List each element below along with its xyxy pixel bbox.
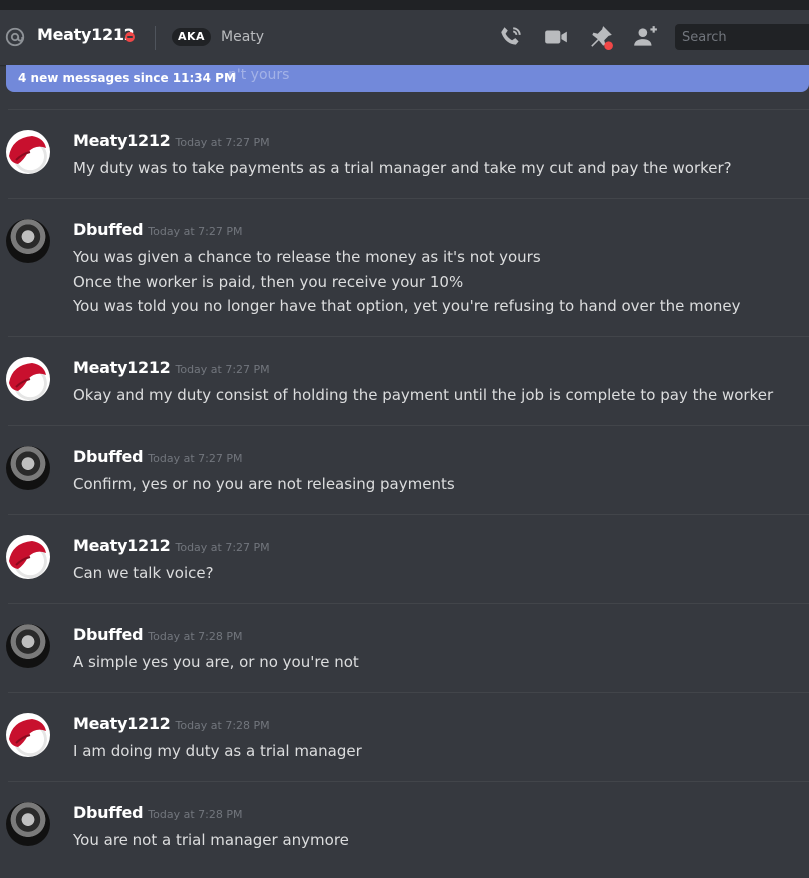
- message-text: Okay and my duty consist of holding the …: [73, 386, 774, 404]
- message-author[interactable]: Dbuffed Today at 7:28 PM: [73, 803, 242, 822]
- message-text: A simple yes you are, or no you're not: [73, 653, 359, 671]
- new-messages-label: 4 new messages since 11:34 PM: [18, 71, 236, 85]
- message-group: Meaty1212 Today at 7:27 PM Okay and my du…: [6, 336, 809, 425]
- message-author[interactable]: Meaty1212 Today at 7:27 PM: [73, 131, 270, 150]
- message-timestamp: Today at 7:28 PM: [175, 719, 270, 732]
- message-timestamp: Today at 7:27 PM: [148, 225, 243, 238]
- santa-hat-avatar[interactable]: [6, 357, 50, 401]
- bw-portrait-avatar[interactable]: [6, 802, 50, 846]
- message-text: Can we talk voice?: [73, 564, 214, 582]
- aka-badge: AKA: [172, 28, 212, 46]
- message-author[interactable]: Dbuffed Today at 7:27 PM: [73, 220, 242, 239]
- message-author[interactable]: Meaty1212 Today at 7:27 PM: [73, 358, 270, 377]
- message-timestamp: Today at 7:27 PM: [148, 452, 243, 465]
- message-text: Confirm, yes or no you are not releasing…: [73, 475, 455, 493]
- message-group: Dbuffed Today at 7:27 PM Confirm, yes or …: [6, 425, 809, 514]
- message-group: Dbuffed Today at 7:27 PM You was given a …: [6, 198, 809, 336]
- new-messages-bar[interactable]: n't yours 4 new messages since 11:34 PM: [6, 65, 809, 92]
- santa-hat-avatar[interactable]: [6, 535, 50, 579]
- message-author[interactable]: Dbuffed Today at 7:27 PM: [73, 447, 242, 466]
- message-text: My duty was to take payments as a trial …: [73, 159, 732, 177]
- pinned-messages-icon[interactable]: [588, 24, 614, 50]
- aka-nickname: Meaty: [221, 29, 265, 45]
- bw-portrait-avatar[interactable]: [6, 624, 50, 668]
- message-timestamp: Today at 7:28 PM: [148, 630, 243, 643]
- message-text: You are not a trial manager anymore: [73, 831, 349, 849]
- message-timestamp: Today at 7:27 PM: [175, 363, 270, 376]
- message-author[interactable]: Dbuffed Today at 7:28 PM: [73, 625, 242, 644]
- message-author[interactable]: Meaty1212 Today at 7:27 PM: [73, 536, 270, 555]
- start-voice-call-icon[interactable]: [498, 24, 524, 50]
- bw-portrait-avatar[interactable]: [6, 219, 50, 263]
- at-icon: [5, 27, 25, 47]
- dm-username: Meaty1212: [37, 25, 135, 44]
- message-timestamp: Today at 7:27 PM: [175, 136, 270, 149]
- message-group: Meaty1212 Today at 7:28 PM I am doing my …: [6, 692, 809, 781]
- message-text: You was told you no longer have that opt…: [73, 297, 741, 315]
- message-text: I am doing my duty as a trial manager: [73, 742, 362, 760]
- underlying-message-text: n't yours: [228, 67, 290, 83]
- santa-hat-avatar[interactable]: [6, 713, 50, 757]
- message-group: Dbuffed Today at 7:28 PM A simple yes you…: [6, 603, 809, 692]
- message-text: You was given a chance to release the mo…: [73, 248, 541, 266]
- bw-portrait-avatar[interactable]: [6, 446, 50, 490]
- message-group: Meaty1212 Today at 7:27 PM Can we talk vo…: [6, 514, 809, 603]
- search-box[interactable]: [675, 24, 809, 50]
- message-author[interactable]: Meaty1212 Today at 7:28 PM: [73, 714, 270, 733]
- dm-header: Meaty1212 AKA Meaty: [0, 10, 809, 65]
- santa-hat-avatar[interactable]: [6, 130, 50, 174]
- search-input[interactable]: [675, 24, 809, 50]
- message-list: Meaty1212 Today at 7:27 PM My duty was to…: [0, 109, 809, 870]
- message-timestamp: Today at 7:28 PM: [148, 808, 243, 821]
- message-timestamp: Today at 7:27 PM: [175, 541, 270, 554]
- window-top-strip: [0, 0, 809, 10]
- start-video-call-icon[interactable]: [543, 24, 569, 50]
- header-divider: [155, 26, 156, 50]
- add-friends-to-dm-icon[interactable]: [632, 24, 658, 50]
- message-group: Dbuffed Today at 7:28 PM You are not a tr…: [6, 781, 809, 870]
- message-text: Once the worker is paid, then you receiv…: [73, 272, 464, 291]
- message-group: Meaty1212 Today at 7:27 PM My duty was to…: [6, 109, 809, 198]
- status-dnd-icon: [125, 32, 135, 42]
